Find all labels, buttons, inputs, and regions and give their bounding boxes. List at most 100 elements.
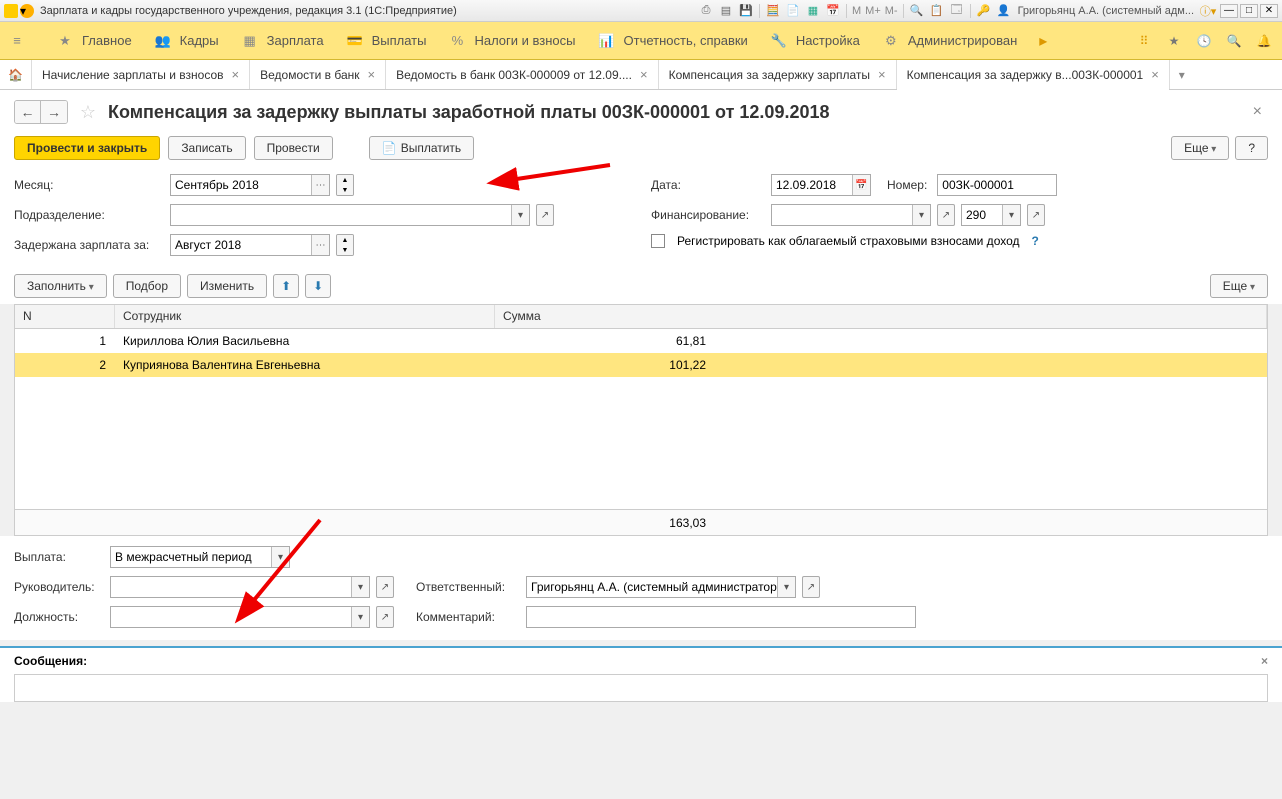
comm-input[interactable] [526,606,916,628]
post-button[interactable]: Провести [254,136,333,160]
memory-mminus[interactable]: М- [885,5,898,17]
resp-input[interactable]: Григорьянц А.А. (системный администратор… [526,576,796,598]
close-tab-icon[interactable]: × [640,67,648,82]
table-more-button[interactable]: Еще [1210,274,1268,298]
fin2-input[interactable]: 290▾ [961,204,1021,226]
dropdown-icon[interactable]: ▾ [912,205,930,225]
open-icon[interactable]: ↗ [802,576,820,598]
history-icon[interactable]: 🕓 [1194,31,1214,51]
edit-button[interactable]: Изменить [187,274,267,298]
info-icon[interactable]: ⓘ▾ [1200,3,1216,19]
delayed-input[interactable]: Август 2018⋯ [170,234,330,256]
menu-hr[interactable]: 👥Кадры [154,32,219,50]
messages-body[interactable] [14,674,1268,702]
pick-button[interactable]: Подбор [113,274,181,298]
table-row-selected[interactable]: 2 Куприянова Валентина Евгеньевна 101,22 [15,353,1267,377]
move-down-button[interactable]: ⬇ [305,274,331,298]
preview-icon[interactable]: ▤ [718,3,734,19]
open-icon[interactable]: ↗ [1027,204,1045,226]
nav-back-button[interactable]: ← [15,101,41,123]
menu-settings[interactable]: 🔧Настройка [770,32,860,50]
help-icon[interactable]: ? [1032,234,1039,248]
month-spinner[interactable]: ▲▼ [336,174,354,196]
close-tab-icon[interactable]: × [878,67,886,82]
apps-icon[interactable]: ⠿ [1134,31,1154,51]
pay-button[interactable]: 📄Выплатить [369,136,475,160]
payout-select[interactable]: В межрасчетный период▾ [110,546,290,568]
close-window-button[interactable]: ✕ [1260,4,1278,18]
delayed-spinner[interactable]: ▲▼ [336,234,354,256]
key-icon[interactable]: 🔑 [976,3,992,19]
number-input[interactable]: 00ЗК-000001 [937,174,1057,196]
dropdown-icon[interactable]: ▾ [351,577,369,597]
mgr-input[interactable]: ▾ [110,576,370,598]
search-icon[interactable]: 🔍 [1224,31,1244,51]
register-checkbox[interactable] [651,234,665,248]
pos-input[interactable]: ▾ [110,606,370,628]
fill-button[interactable]: Заполнить [14,274,107,298]
ellipsis-icon[interactable]: ⋯ [311,175,329,195]
open-icon[interactable]: ↗ [937,204,955,226]
col-emp[interactable]: Сотрудник [115,305,495,328]
tab-4-active[interactable]: Компенсация за задержку в...00ЗК-000001× [897,60,1170,89]
menu-toggle[interactable]: ≡ [8,32,34,50]
form-close-button[interactable]: × [1247,103,1268,121]
fav-icon[interactable]: ★ [1164,31,1184,51]
nav-fwd-button[interactable]: → [41,101,67,123]
table-row[interactable]: 1 Кириллова Юлия Васильевна 61,81 [15,329,1267,353]
menu-taxes[interactable]: %Налоги и взносы [448,32,575,50]
dropdown-icon[interactable]: ▾ [1002,205,1020,225]
calendar-icon[interactable]: 📅 [825,3,841,19]
window-icon[interactable]: 🗔 [949,3,965,19]
dept-input[interactable]: ▾ [170,204,530,226]
menu-admin[interactable]: ⚙Администрирован [882,32,1017,50]
close-tab-icon[interactable]: × [1151,67,1159,82]
maximize-button[interactable]: □ [1240,4,1258,18]
dropdown-icon[interactable]: ▾ [271,547,289,567]
col-n[interactable]: N [15,305,115,328]
post-and-close-button[interactable]: Провести и закрыть [14,136,160,160]
doc-icon[interactable]: 📄 [785,3,801,19]
zoom-icon[interactable]: 🔍 [909,3,925,19]
menu-salary[interactable]: ▦Зарплата [241,32,324,50]
open-icon[interactable]: ↗ [376,606,394,628]
clipboard-icon[interactable]: 📋 [929,3,945,19]
calc-icon[interactable]: 🧮 [765,3,781,19]
date-input[interactable]: 12.09.2018📅 [771,174,871,196]
menu-payments[interactable]: 💳Выплаты [346,32,427,50]
open-icon[interactable]: ↗ [536,204,554,226]
favorite-star-icon[interactable]: ☆ [78,102,98,122]
close-messages-icon[interactable]: × [1261,654,1268,668]
more-button[interactable]: Еще [1171,136,1229,160]
close-tab-icon[interactable]: × [368,67,376,82]
tab-0[interactable]: Начисление зарплаты и взносов× [32,60,250,89]
move-up-button[interactable]: ⬆ [273,274,299,298]
memory-mplus[interactable]: М+ [865,5,881,17]
menu-reports[interactable]: 📊Отчетность, справки [598,32,748,50]
menu-main[interactable]: ★Главное [56,32,132,50]
print-icon[interactable]: ⎙ [698,3,714,19]
bell-icon[interactable]: 🔔 [1254,31,1274,51]
save-button[interactable]: Записать [168,136,245,160]
fin-input[interactable]: ▾ [771,204,931,226]
open-icon[interactable]: ↗ [376,576,394,598]
tabs-more[interactable]: ▾ [1170,60,1194,89]
ellipsis-icon[interactable]: ⋯ [311,235,329,255]
dropdown-icon[interactable]: ▾ [351,607,369,627]
tab-3[interactable]: Компенсация за задержку зарплаты× [659,60,897,89]
grid-icon[interactable]: ▦ [805,3,821,19]
user-icon[interactable]: 👤 [996,3,1012,19]
dropdown-icon[interactable]: ▾ [511,205,529,225]
home-tab[interactable]: 🏠 [0,60,32,89]
calendar-icon[interactable]: 📅 [852,175,870,195]
dropdown-icon[interactable]: ▾ [777,577,795,597]
tab-1[interactable]: Ведомости в банк× [250,60,386,89]
close-tab-icon[interactable]: × [232,67,240,82]
current-user[interactable]: Григорьянц А.А. (системный адм... [1018,5,1194,17]
help-button[interactable]: ? [1235,136,1268,160]
minimize-button[interactable]: — [1220,4,1238,18]
col-sum[interactable]: Сумма [495,305,1267,328]
save-icon[interactable]: 💾 [738,3,754,19]
tab-2[interactable]: Ведомость в банк 00ЗК-000009 от 12.09...… [386,60,658,89]
menu-scroll-right[interactable]: ▸ [1039,31,1047,51]
